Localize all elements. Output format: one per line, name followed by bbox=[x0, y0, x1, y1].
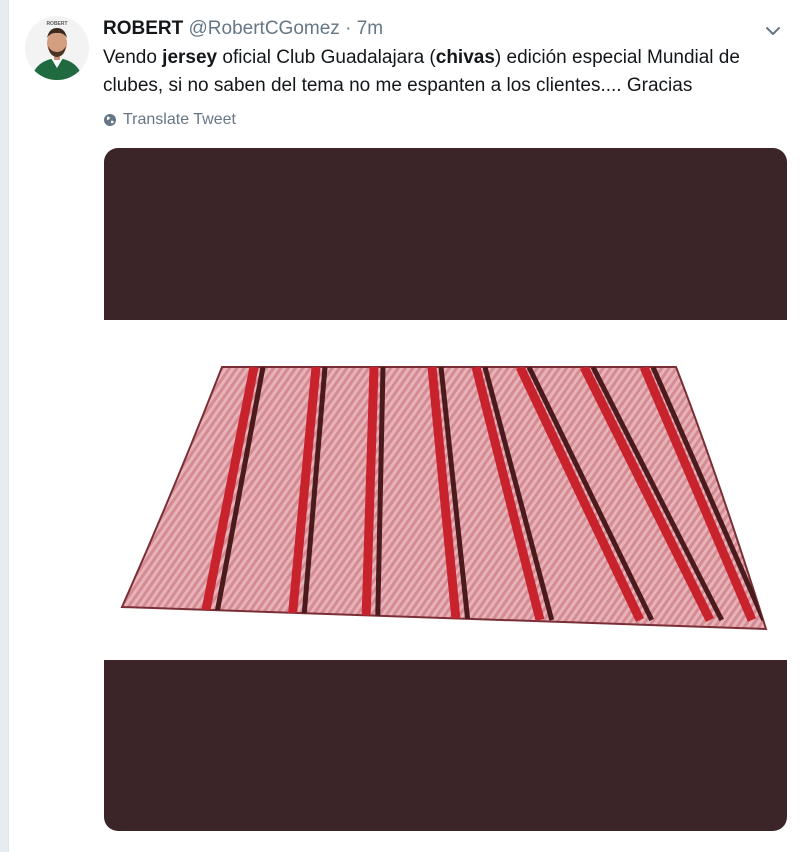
tweet-text-bold: jersey bbox=[162, 47, 218, 68]
display-name[interactable]: ROBERT bbox=[103, 18, 183, 39]
translate-tweet-link[interactable]: Translate Tweet bbox=[103, 111, 236, 129]
blanket-photo bbox=[120, 366, 768, 631]
chevron-down-icon[interactable] bbox=[762, 20, 784, 42]
tweet-media-image[interactable] bbox=[104, 148, 787, 831]
tweet-card[interactable]: ROBERT ROBERT @RobertCGomez · 7m Vendo j… bbox=[8, 0, 800, 852]
translate-label: Translate Tweet bbox=[123, 111, 236, 128]
timestamp[interactable]: 7m bbox=[357, 18, 383, 39]
tweet-text-bold: chivas bbox=[435, 47, 495, 68]
avatar[interactable]: ROBERT bbox=[25, 16, 89, 80]
header-separator: · bbox=[345, 18, 352, 39]
avatar-illustration: ROBERT bbox=[25, 16, 89, 80]
tweet-text-segment: oficial Club Guadalajara ( bbox=[217, 47, 436, 68]
tweet-text-segment: Vendo bbox=[103, 47, 163, 68]
tweet-text: Vendo jersey oficial Club Guadalajara (c… bbox=[103, 44, 773, 100]
tweet-header: ROBERT @RobertCGomez · 7m bbox=[103, 16, 383, 42]
user-handle[interactable]: @RobertCGomez bbox=[189, 18, 340, 39]
avatar-label: ROBERT bbox=[46, 21, 67, 27]
globe-icon bbox=[104, 114, 116, 126]
